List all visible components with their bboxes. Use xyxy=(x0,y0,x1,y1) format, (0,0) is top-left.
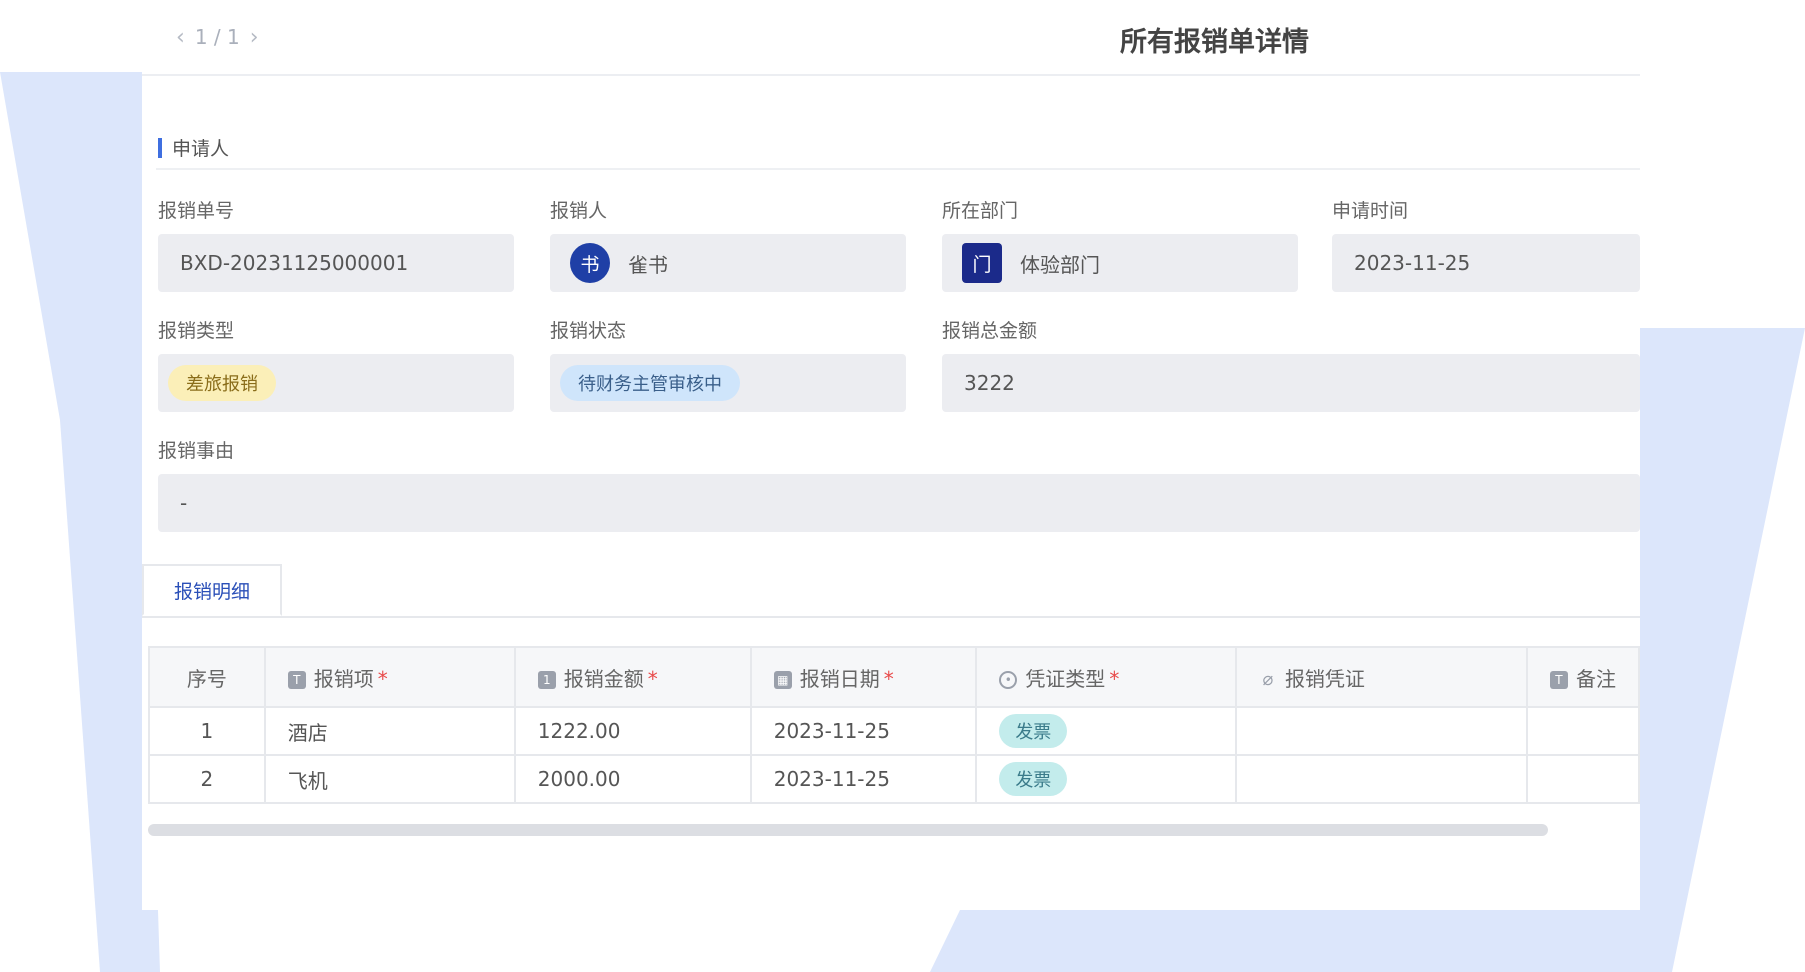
applicant-label: 报销人 xyxy=(550,200,608,222)
type-field: 差旅报销 xyxy=(158,354,514,412)
attachment-icon: ⌀ xyxy=(1262,669,1274,690)
section-title: 申请人 xyxy=(172,138,230,160)
total-label: 报销总金额 xyxy=(942,320,1038,342)
order-no-label: 报销单号 xyxy=(158,200,235,222)
text-field-icon: T xyxy=(1549,671,1568,689)
tab-details[interactable]: 报销明细 xyxy=(142,564,282,616)
order-no-field: BXD-20231125000001 xyxy=(158,234,514,292)
cell-voucher xyxy=(1234,754,1528,804)
pager: ‹ 1 / 1 › xyxy=(176,22,259,52)
reason-label: 报销事由 xyxy=(158,440,235,462)
cell-item: 酒店 xyxy=(263,706,516,756)
cell-date: 2023-11-25 xyxy=(749,706,978,756)
radio-icon: • xyxy=(999,671,1018,689)
tabs-row: 报销明细 xyxy=(142,564,1640,618)
cell-note xyxy=(1525,706,1641,756)
cell-voucher xyxy=(1234,706,1528,756)
cell-note xyxy=(1525,754,1641,804)
voucher-type-pill: 发票 xyxy=(999,762,1068,796)
total-field: 3222 xyxy=(942,354,1640,412)
department-value: 体验部门 xyxy=(1020,252,1100,277)
column-header-voucher-type: • 凭证类型 * xyxy=(975,646,1237,708)
detail-card: 申请人 报销单号 BXD-20231125000001 报销人 书 雀书 所在部… xyxy=(142,76,1641,910)
column-header-note: T 备注 xyxy=(1525,646,1641,708)
table-header-row: 序号 T 报销项 * 1 报销金额 * ▦ 报销日期 * • 凭证类型 * ⌀ 报销凭证 T 备注 xyxy=(148,646,1641,708)
apply-time-label: 申请时间 xyxy=(1332,200,1409,222)
cell-amount: 1222.00 xyxy=(513,706,752,756)
voucher-type-pill: 发票 xyxy=(999,714,1068,748)
cell-amount: 2000.00 xyxy=(513,754,752,804)
cell-voucher-type: 发票 xyxy=(975,706,1237,756)
page-title: 所有报销单详情 xyxy=(1120,27,1309,58)
horizontal-scrollbar[interactable] xyxy=(148,824,1548,836)
status-badge: 待财务主管审核中 xyxy=(560,365,740,401)
section-accent-bar xyxy=(158,137,162,158)
cell-seq: 1 xyxy=(148,706,266,756)
reason-field: - xyxy=(158,474,1640,532)
column-header-seq: 序号 xyxy=(148,646,266,708)
chevron-right-icon[interactable]: › xyxy=(250,25,259,50)
section-header: 申请人 xyxy=(158,134,229,161)
department-label: 所在部门 xyxy=(942,200,1019,222)
applicant-field: 书 雀书 xyxy=(550,234,906,292)
top-bar: ‹ 1 / 1 › 所有报销单详情 xyxy=(0,0,1640,74)
column-header-amount: 1 报销金额 * xyxy=(513,646,752,708)
apply-time-field: 2023-11-25 xyxy=(1332,234,1640,292)
reason-value: - xyxy=(180,491,188,515)
department-field: 门 体验部门 xyxy=(942,234,1298,292)
type-tag: 差旅报销 xyxy=(168,365,276,401)
department-icon: 门 xyxy=(962,243,1002,283)
type-label: 报销类型 xyxy=(158,320,235,342)
chevron-left-icon[interactable]: ‹ xyxy=(176,25,185,50)
applicant-value: 雀书 xyxy=(628,252,668,277)
text-field-icon: T xyxy=(287,671,306,689)
table-row[interactable]: 2 飞机 2000.00 2023-11-25 发票 xyxy=(148,754,1641,804)
table-row[interactable]: 1 酒店 1222.00 2023-11-25 发票 xyxy=(148,706,1641,756)
cell-voucher-type: 发票 xyxy=(975,754,1237,804)
column-header-item: T 报销项 * xyxy=(263,646,516,708)
column-header-date: ▦ 报销日期 * xyxy=(749,646,978,708)
calendar-icon: ▦ xyxy=(773,671,792,689)
detail-table: 序号 T 报销项 * 1 报销金额 * ▦ 报销日期 * • 凭证类型 * ⌀ 报销凭证 T 备注 xyxy=(148,646,1641,804)
status-label: 报销状态 xyxy=(550,320,627,342)
order-no-value: BXD-20231125000001 xyxy=(180,251,409,275)
avatar: 书 xyxy=(570,243,610,283)
cell-seq: 2 xyxy=(148,754,266,804)
number-field-icon: 1 xyxy=(537,671,556,689)
pager-text: 1 / 1 xyxy=(194,25,240,49)
cell-item: 飞机 xyxy=(263,754,516,804)
cell-date: 2023-11-25 xyxy=(749,754,978,804)
column-header-voucher: ⌀ 报销凭证 xyxy=(1234,646,1528,708)
status-field: 待财务主管审核中 xyxy=(550,354,906,412)
section-divider xyxy=(156,168,1640,170)
apply-time-value: 2023-11-25 xyxy=(1354,251,1471,275)
total-value: 3222 xyxy=(964,371,1015,395)
